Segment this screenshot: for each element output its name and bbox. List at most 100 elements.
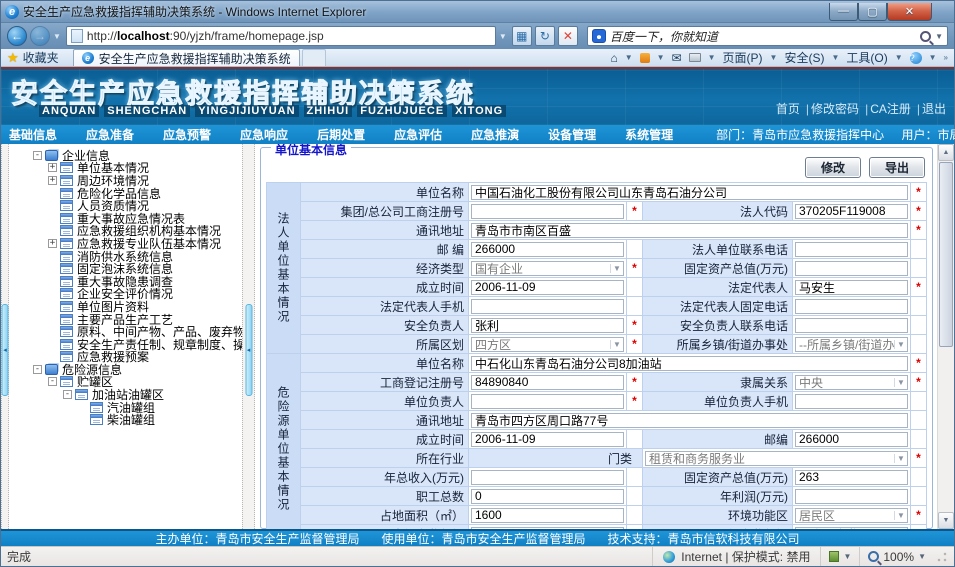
vertical-scrollbar[interactable]: ▲ ▼ [937, 144, 954, 529]
tree-splitter-handle[interactable]: ◂ [245, 304, 252, 396]
resize-grip[interactable] [936, 551, 948, 563]
stop-icon[interactable]: ✕ [558, 26, 578, 46]
address-bar-input[interactable]: http://localhost:90/yjzh/frame/homepage.… [66, 26, 496, 46]
field-input[interactable] [795, 318, 908, 333]
help-icon[interactable]: ? [910, 52, 922, 64]
tree-toggle-icon[interactable]: - [48, 377, 57, 386]
scroll-up-icon[interactable]: ▲ [938, 144, 954, 161]
field-input[interactable]: 四方区安监局 [795, 527, 908, 530]
tree-item[interactable]: -贮罐区 [9, 376, 242, 389]
home-icon[interactable]: ⌂ [610, 51, 617, 65]
zoom-control[interactable]: 100% ▼ [859, 547, 934, 566]
tree-splitter[interactable]: ◂ [242, 144, 255, 529]
tree-item[interactable]: -企业信息 [9, 149, 242, 162]
close-button[interactable]: ✕ [887, 3, 932, 21]
forward-button[interactable]: → [30, 26, 50, 46]
field-input[interactable]: 266000 [795, 432, 908, 447]
menu-item[interactable]: 设备管理 [548, 126, 596, 143]
tree-toggle-icon[interactable]: - [63, 390, 72, 399]
print-icon[interactable] [689, 53, 701, 62]
header-link-4[interactable]: 退出 [922, 102, 946, 116]
smartscreen-segment[interactable]: ▼ [820, 547, 859, 566]
field-input[interactable]: 青岛市市南区百盛 [471, 223, 908, 238]
nav-history-dropdown-icon[interactable]: ▼ [53, 32, 61, 41]
field-input[interactable]: 370205F119008 [795, 204, 908, 219]
tree-item[interactable]: +单位基本情况 [9, 162, 242, 175]
field-input[interactable] [471, 470, 624, 485]
tools-menu[interactable]: 工具(O) [846, 49, 887, 66]
favorites-button[interactable]: 收藏夹 [23, 49, 59, 66]
address-dropdown-icon[interactable]: ▼ [499, 32, 507, 41]
field-input[interactable]: 张利 [471, 318, 624, 333]
tree-item[interactable]: 消防供水系统信息 [9, 250, 242, 263]
back-button[interactable]: ← [7, 26, 27, 46]
scroll-down-icon[interactable]: ▼ [938, 512, 954, 529]
field-select[interactable]: 中央▼ [795, 375, 908, 390]
tree-item[interactable]: 固定泡沫系统信息 [9, 262, 242, 275]
tree-item[interactable]: 汽油罐组 [9, 401, 242, 414]
tree-item[interactable]: 单位图片资料 [9, 300, 242, 313]
tree-item[interactable]: -加油站油罐区 [9, 388, 242, 401]
menu-item[interactable]: 基础信息 [9, 126, 57, 143]
field-input[interactable] [471, 299, 624, 314]
minimize-button[interactable]: — [829, 3, 858, 21]
tree-item[interactable]: 重大事故应急情况表 [9, 212, 242, 225]
field-input[interactable]: 266000 [471, 242, 624, 257]
tree-toggle-icon[interactable]: - [33, 365, 42, 374]
field-input[interactable] [795, 261, 908, 276]
header-link-1[interactable]: 首页 [776, 102, 800, 116]
field-select[interactable]: 居民区▼ [795, 508, 908, 523]
new-tab-button[interactable] [302, 49, 326, 66]
field-input[interactable]: 84890840 [471, 375, 624, 390]
tree-item[interactable]: 危险化学品信息 [9, 187, 242, 200]
field-select[interactable]: --所属乡镇/街道办事处--▼ [795, 337, 908, 352]
tree-item[interactable]: 主要产品生产工艺 [9, 313, 242, 326]
field-input[interactable] [795, 299, 908, 314]
safety-menu[interactable]: 安全(S) [784, 49, 824, 66]
field-input[interactable]: 0 [471, 489, 624, 504]
field-input[interactable]: 中国石油化工股份有限公司山东青岛石油分公司 [471, 185, 908, 200]
field-input[interactable]: 2006-11-09 [471, 432, 624, 447]
favorites-star-icon[interactable]: ★ [7, 50, 19, 66]
tree-item[interactable]: 应急救援预案 [9, 351, 242, 364]
tree-item[interactable]: 企业安全评价情况 [9, 288, 242, 301]
tree-item[interactable]: -危险源信息 [9, 363, 242, 376]
field-input[interactable] [471, 204, 624, 219]
field-input[interactable] [795, 489, 908, 504]
field-input[interactable]: 263 [795, 470, 908, 485]
left-splitter-handle[interactable]: ◂ [2, 304, 9, 396]
feeds-icon[interactable] [640, 53, 650, 63]
tree-item[interactable]: 重大事故隐患调查 [9, 275, 242, 288]
browser-tab[interactable]: e 安全生产应急救援指挥辅助决策系统 [73, 49, 300, 66]
field-input[interactable] [471, 527, 624, 530]
tree-item[interactable]: 人员资质情况 [9, 199, 242, 212]
export-button[interactable]: 导出 [869, 157, 925, 178]
tree-toggle-icon[interactable]: + [48, 163, 57, 172]
field-select[interactable]: 租赁和商务服务业▼ [645, 451, 908, 466]
menu-item[interactable]: 应急响应 [240, 126, 288, 143]
menu-item[interactable]: 后期处置 [317, 126, 365, 143]
refresh-icon[interactable]: ↻ [535, 26, 555, 46]
search-input[interactable]: 百度一下，你就知道 ▼ [587, 26, 948, 46]
left-splitter[interactable]: ◂ [1, 144, 9, 529]
tree-item[interactable]: 原料、中间产物、产品、废弃物信息 [9, 325, 242, 338]
menu-item[interactable]: 系统管理 [625, 126, 673, 143]
field-input[interactable]: 马安生 [795, 280, 908, 295]
header-link-2[interactable]: 修改密码 [811, 102, 859, 116]
field-input[interactable]: 中石化山东青岛石油分公司8加油站 [471, 356, 908, 371]
mail-icon[interactable]: ✉ [672, 51, 682, 65]
maximize-button[interactable]: ▢ [858, 3, 887, 21]
field-select[interactable]: 四方区▼ [471, 337, 624, 352]
scrollbar-thumb[interactable] [939, 162, 953, 347]
field-input[interactable] [795, 394, 908, 409]
search-icon[interactable] [920, 31, 931, 42]
field-input[interactable]: 青岛市四方区周口路77号 [471, 413, 908, 428]
menu-item[interactable]: 应急准备 [86, 126, 134, 143]
menu-item[interactable]: 应急预警 [163, 126, 211, 143]
page-menu[interactable]: 页面(P) [723, 49, 763, 66]
compatibility-view-icon[interactable]: ▦ [512, 26, 532, 46]
modify-button[interactable]: 修改 [805, 157, 861, 178]
field-input[interactable]: 1600 [471, 508, 624, 523]
chevron-more-icon[interactable]: » [944, 53, 948, 62]
tree-item[interactable]: +应急救援专业队伍基本情况 [9, 237, 242, 250]
